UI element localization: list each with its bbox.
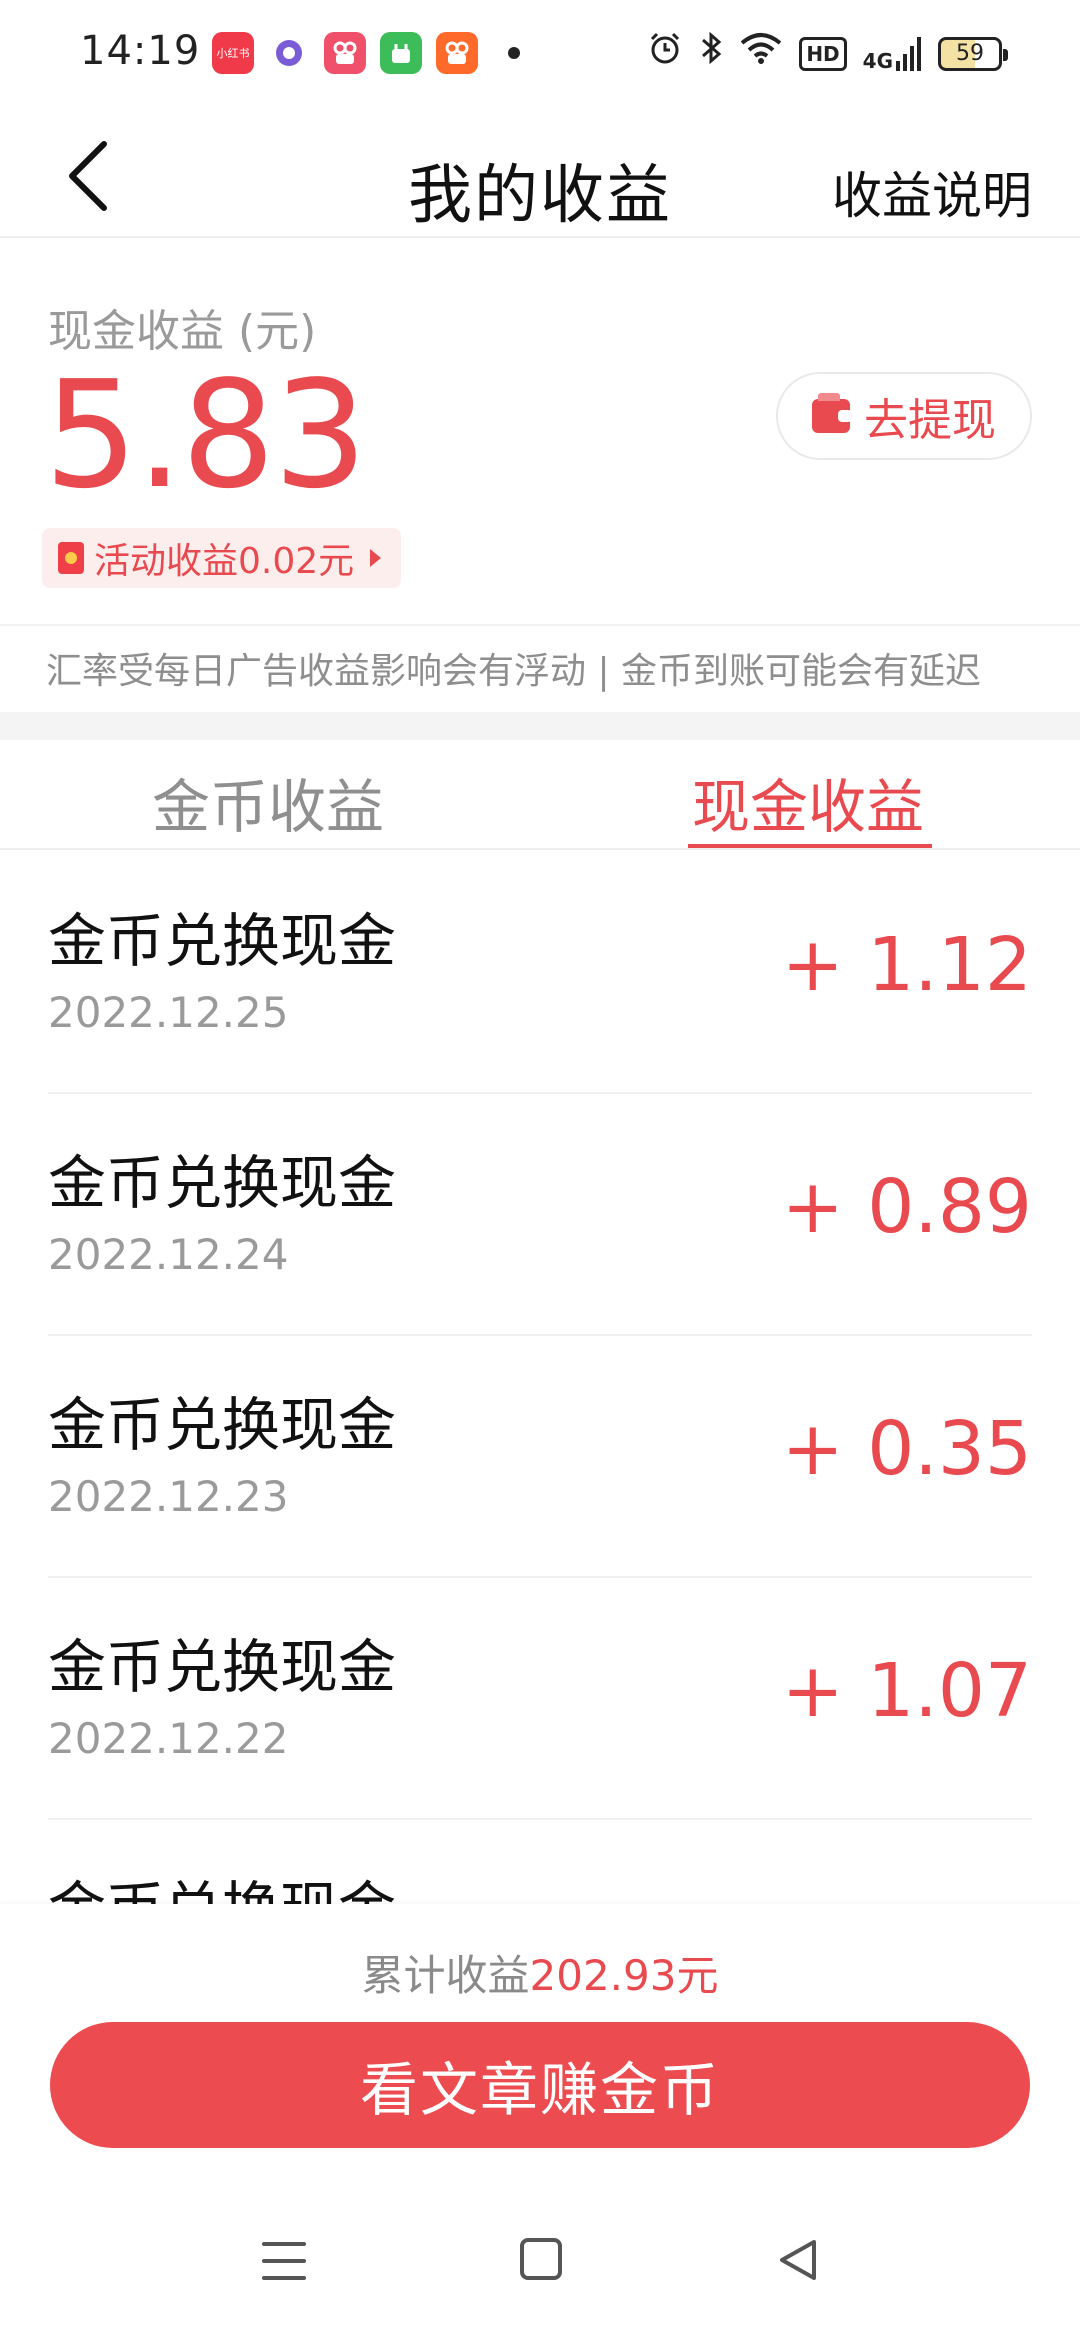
earnings-record-list[interactable]: 金币兑换现金 2022.12.25 + 1.12 金币兑换现金 2022.12.…	[0, 852, 1080, 1904]
wallet-icon	[812, 393, 852, 433]
activity-earnings-pill[interactable]: 活动收益0.02元	[42, 528, 402, 588]
earnings-tabs: 金币收益 现金收益	[0, 740, 1080, 850]
read-articles-earn-coins-button[interactable]: 看文章赚金币	[50, 2022, 1030, 2148]
xiaohongshu-icon: 小红书	[212, 32, 254, 74]
record-amount: + 0.35	[781, 1406, 1032, 1492]
earnings-explanation-link[interactable]: 收益说明	[832, 156, 1032, 228]
active-tab-indicator	[688, 844, 932, 848]
tab-coin-earnings[interactable]: 金币收益	[152, 760, 384, 844]
record-amount: + 0.89	[781, 1164, 1032, 1250]
system-back-button[interactable]	[776, 2236, 820, 2284]
menu-line-icon	[262, 2259, 306, 2263]
list-item: 金币兑换现金 2022.12.22 + 1.07	[48, 1578, 1032, 1820]
section-separator	[0, 712, 1080, 740]
list-item: 金币兑换现金 2022.12.24 + 0.89	[48, 1094, 1032, 1336]
menu-line-icon	[262, 2276, 306, 2280]
network-type-label: 4G	[862, 48, 893, 73]
record-title: 金币兑换现金	[48, 1633, 397, 1701]
divider	[0, 624, 1080, 626]
app-green-icon	[380, 32, 422, 74]
status-indicators: HD 4G 59	[647, 30, 1008, 77]
record-amount: + 1.12	[781, 922, 1032, 1008]
record-title: 金币兑换现金	[48, 1391, 397, 1459]
more-notifications-dot	[508, 47, 520, 59]
record-date: 2022.12.22	[48, 1714, 289, 1763]
triangle-back-icon	[780, 2240, 816, 2280]
total-earnings-label: 累计收益	[361, 1951, 530, 2000]
earnings-page: 14:19 小红书 HD 4G 59 我的收益 收益说明 现金收益 (元) 5.…	[0, 0, 1080, 2340]
cash-earnings-value: 5.83	[44, 349, 368, 521]
record-amount: + 1.07	[781, 1648, 1032, 1734]
activity-earnings-label: 活动收益0.02元	[94, 541, 355, 582]
tab-cash-earnings[interactable]: 现金收益	[692, 760, 924, 844]
record-title: 金币兑换现金	[48, 1862, 396, 1904]
kuaishou-icon-1	[324, 32, 366, 74]
total-earnings: 累计收益202.93元	[0, 1942, 1080, 2003]
notification-app-icons: 小红书	[212, 32, 520, 74]
battery-level: 59	[956, 41, 984, 66]
total-earnings-value: 202.93元	[529, 1951, 719, 2000]
wifi-icon	[739, 31, 783, 76]
alarm-icon	[647, 30, 683, 77]
list-item: 金币兑换现金 2022.12.23 + 0.35	[48, 1336, 1032, 1578]
bluetooth-icon	[699, 30, 723, 77]
recent-apps-button[interactable]	[262, 2242, 306, 2282]
withdraw-button[interactable]: 去提现	[776, 372, 1032, 460]
status-bar: 14:19 小红书 HD 4G 59	[0, 0, 1080, 110]
app-header: 我的收益 收益说明	[0, 118, 1080, 238]
list-item: 金币兑换现金	[48, 1820, 1032, 1904]
record-date: 2022.12.23	[48, 1472, 289, 1521]
browser-icon	[268, 32, 310, 74]
record-title: 金币兑换现金	[48, 907, 397, 975]
battery-icon: 59	[938, 36, 1008, 71]
menu-line-icon	[262, 2242, 306, 2246]
status-time: 14:19	[80, 28, 201, 74]
home-button[interactable]	[520, 2238, 562, 2280]
hd-icon: HD	[799, 36, 847, 71]
exchange-rate-notice: 汇率受每日广告收益影响会有浮动 | 金币到账可能会有延迟	[46, 651, 982, 692]
record-date: 2022.12.25	[48, 988, 289, 1037]
list-item: 金币兑换现金 2022.12.25 + 1.12	[48, 852, 1032, 1094]
red-packet-icon	[58, 542, 84, 574]
withdraw-label: 去提现	[864, 395, 996, 446]
kuaishou-icon-2	[436, 32, 478, 74]
system-navigation-bar	[0, 2214, 1080, 2340]
caret-right-icon	[370, 549, 382, 567]
signal-icon: 4G	[862, 36, 922, 73]
record-date: 2022.12.24	[48, 1230, 289, 1279]
record-title: 金币兑换现金	[48, 1149, 397, 1217]
